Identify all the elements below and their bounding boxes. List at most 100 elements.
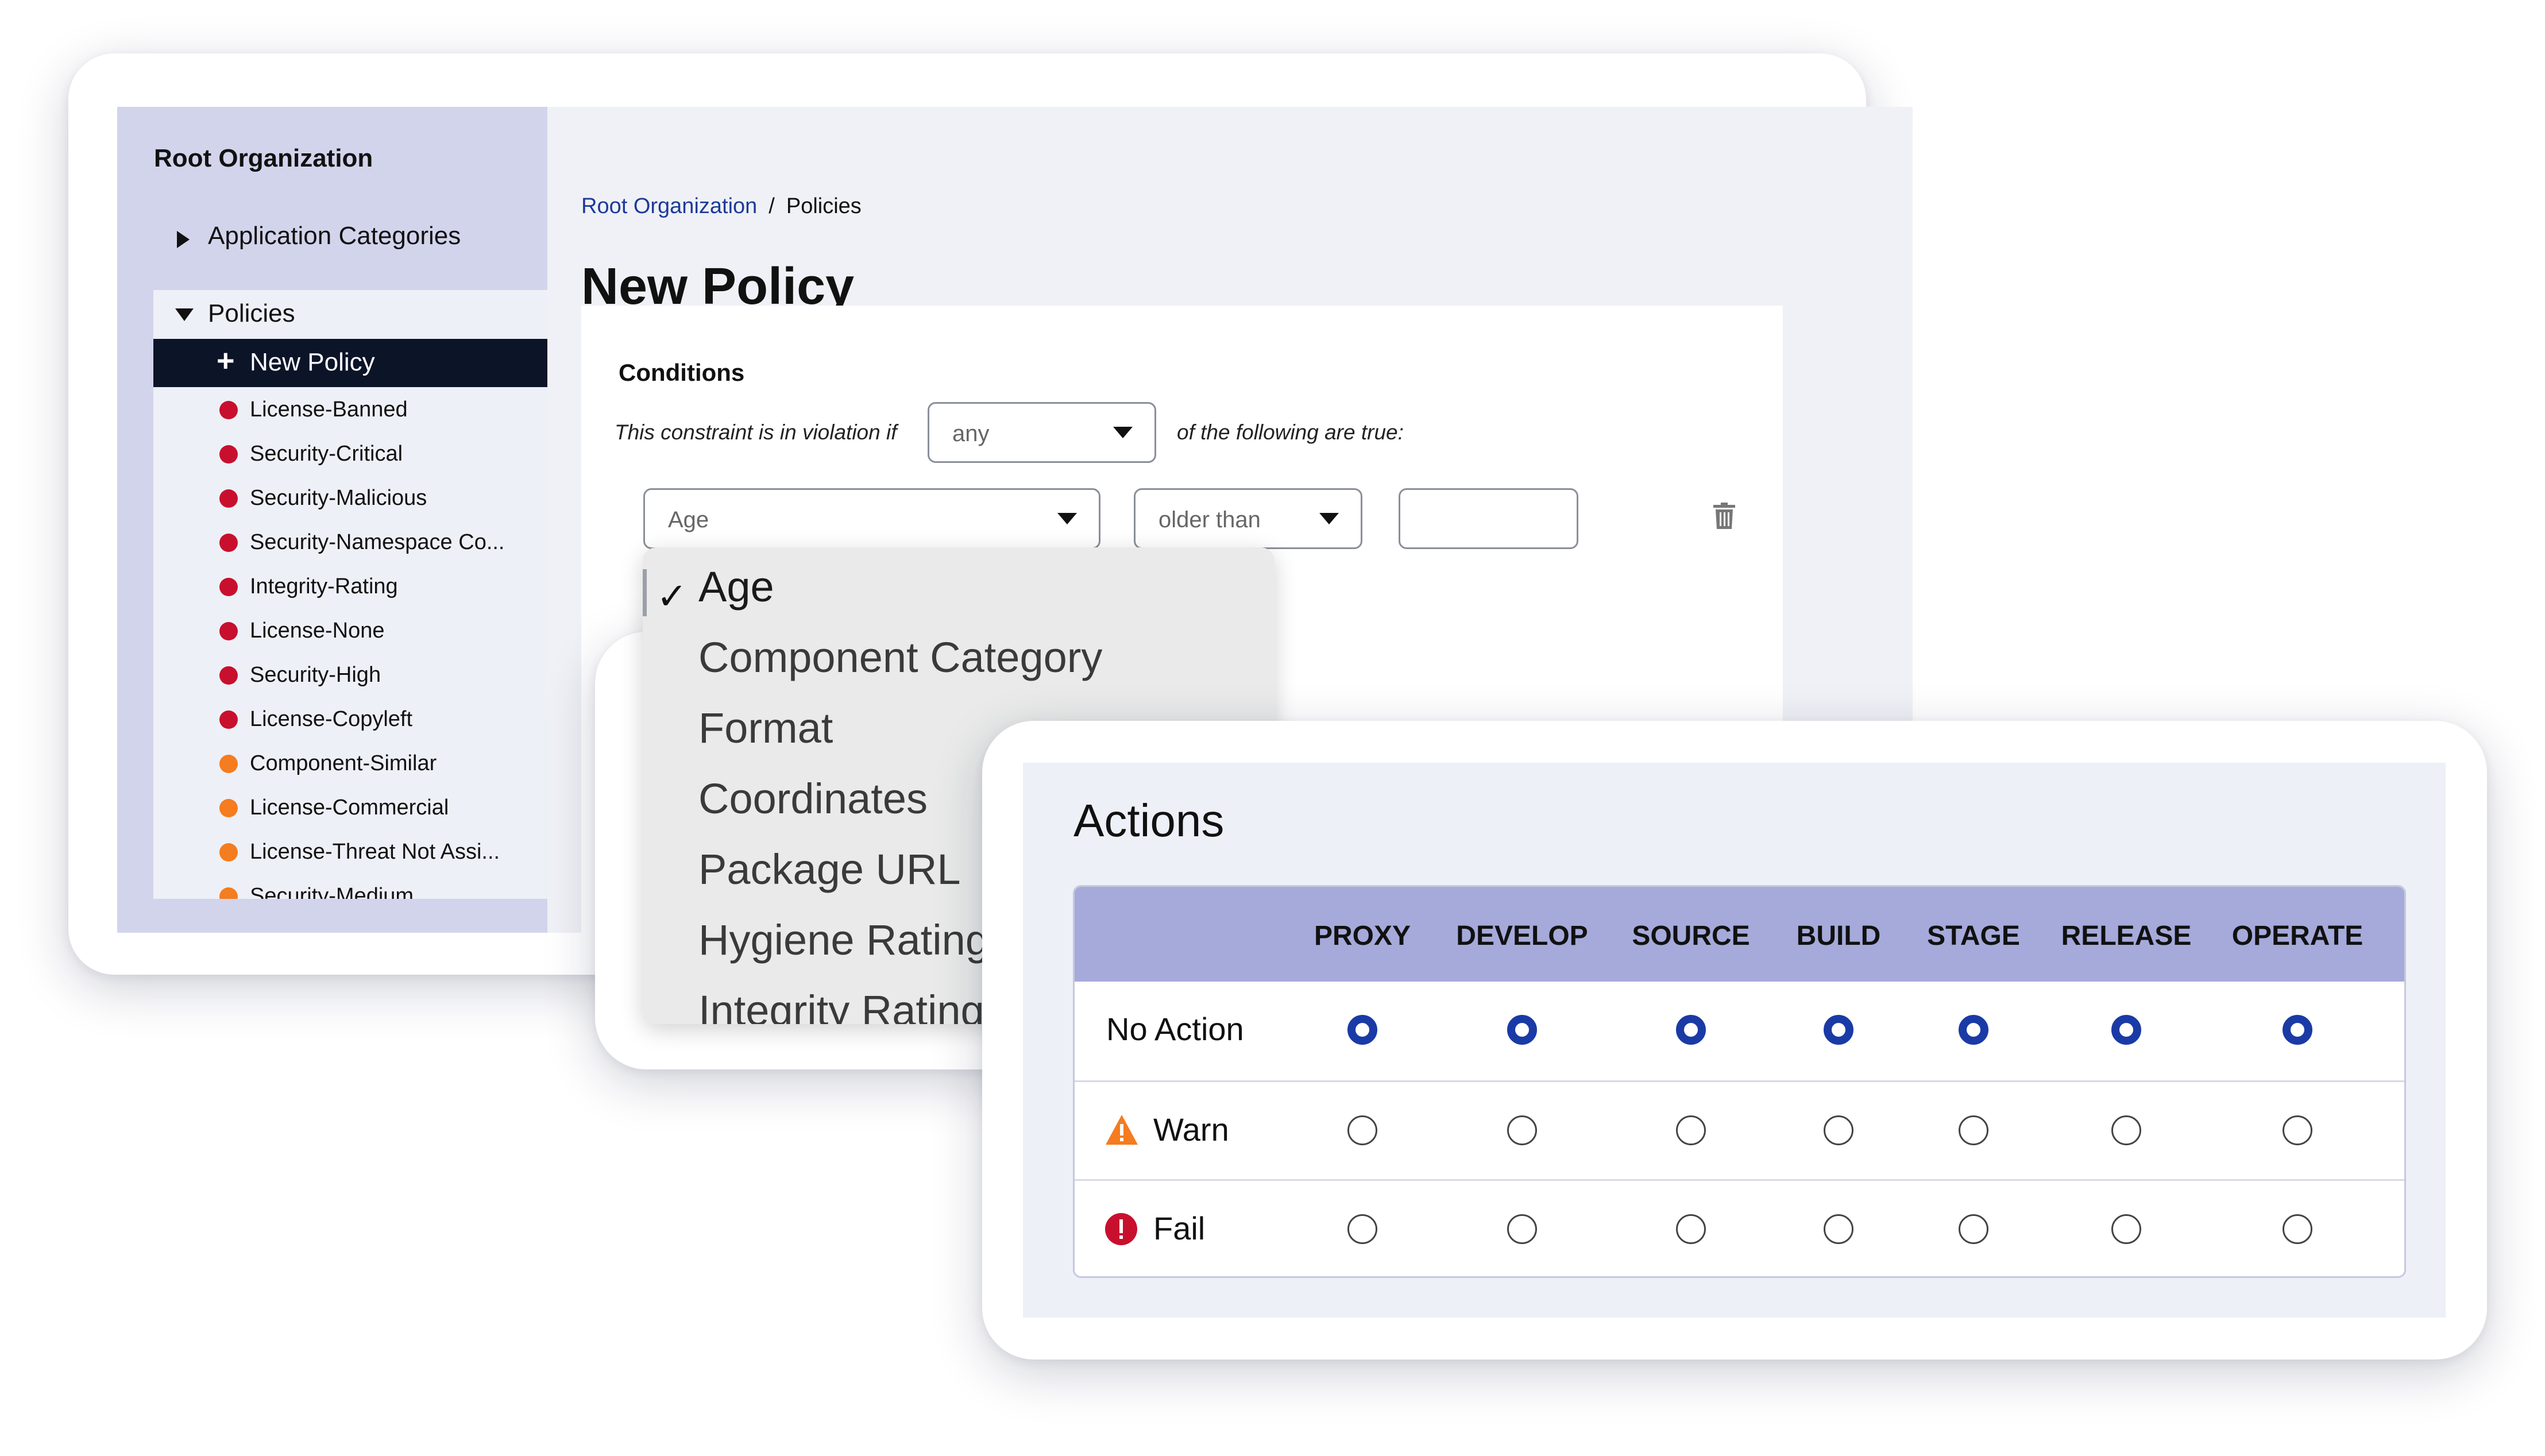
sidebar-policy-item[interactable]: License-Commercial <box>153 789 547 829</box>
collapse-arrow-icon[interactable] <box>175 308 194 321</box>
sidebar-policy-label: Security-Malicious <box>250 486 427 510</box>
severity-dot-icon <box>219 622 238 640</box>
match-select[interactable]: any <box>928 402 1156 463</box>
breadcrumb-root-link[interactable]: Root Organization <box>581 194 757 218</box>
plus-icon: + <box>217 343 235 378</box>
radio-no-action-operate[interactable] <box>2283 1015 2312 1045</box>
actions-row: No Action <box>1075 982 2404 1079</box>
radio-warn-source[interactable] <box>1676 1115 1706 1145</box>
match-select-value: any <box>952 421 990 446</box>
radio-no-action-develop[interactable] <box>1507 1015 1537 1045</box>
sidebar-policy-label: Component-Similar <box>250 751 437 775</box>
severity-dot-icon <box>219 578 238 596</box>
radio-no-action-build[interactable] <box>1824 1015 1853 1045</box>
dropdown-option[interactable]: Integrity Rating <box>698 986 984 1024</box>
expand-arrow-icon[interactable] <box>177 231 190 248</box>
radio-fail-build[interactable] <box>1824 1214 1853 1244</box>
radio-fail-proxy[interactable] <box>1347 1214 1377 1244</box>
radio-warn-stage[interactable] <box>1959 1115 1988 1145</box>
sidebar-policy-item[interactable]: License-Copyleft <box>153 701 547 741</box>
sidebar-policy-label: License-None <box>250 619 385 643</box>
conditions-title: Conditions <box>619 359 745 386</box>
severity-dot-icon <box>219 666 238 685</box>
radio-fail-release[interactable] <box>2111 1214 2141 1244</box>
condition-value-input[interactable] <box>1399 488 1578 549</box>
severity-dot-icon <box>219 843 238 862</box>
chevron-down-icon <box>1319 513 1339 524</box>
severity-dot-icon <box>219 401 238 419</box>
actions-screen: Actions PROXY DEVELOP SOURCE BUILD STAGE RELE… <box>1023 763 2446 1318</box>
sidebar-policy-item[interactable]: Integrity-Rating <box>153 568 547 608</box>
chevron-down-icon <box>1057 513 1077 524</box>
breadcrumb: Root Organization / Policies <box>581 194 862 219</box>
radio-fail-stage[interactable] <box>1959 1214 1988 1244</box>
sidebar-policy-item[interactable]: Security-Malicious <box>153 480 547 520</box>
dropdown-option[interactable]: Age <box>698 562 774 611</box>
dropdown-option[interactable]: Hygiene Rating <box>698 916 989 964</box>
condition-operator-select[interactable]: older than <box>1134 488 1362 549</box>
action-row-label: Warn <box>1153 1111 1229 1148</box>
radio-warn-operate[interactable] <box>2283 1115 2312 1145</box>
checkmark-icon: ✓ <box>656 576 688 617</box>
radio-no-action-source[interactable] <box>1676 1015 1706 1045</box>
sidebar-policy-item[interactable]: License-Threat Not Assi... <box>153 833 547 874</box>
sidebar-policy-item[interactable]: Security-Medium <box>153 878 547 899</box>
sidebar-policy-label: Integrity-Rating <box>250 574 398 598</box>
warning-icon <box>1104 1114 1139 1149</box>
sidebar-policy-item[interactable]: Security-Namespace Co... <box>153 524 547 564</box>
actions-title: Actions <box>1073 795 1225 846</box>
new-policy-label: New Policy <box>250 348 375 376</box>
radio-warn-build[interactable] <box>1824 1115 1853 1145</box>
radio-no-action-stage[interactable] <box>1959 1015 1988 1045</box>
action-row-label: No Action <box>1106 1011 1244 1047</box>
radio-fail-develop[interactable] <box>1507 1214 1537 1244</box>
actions-row: Warn <box>1075 1080 2404 1180</box>
severity-dot-icon <box>219 710 238 729</box>
column-header-build: BUILD <box>1796 921 1881 951</box>
sidebar-item-application-categories[interactable]: Application Categories <box>208 222 461 250</box>
sidebar-org-title: Root Organization <box>154 144 373 172</box>
sidebar-policy-label: License-Threat Not Assi... <box>250 840 500 864</box>
sidebar-policy-label: Security-Critical <box>250 442 403 466</box>
severity-dot-icon <box>219 445 238 464</box>
sidebar-policy-label: Security-Medium <box>250 884 414 899</box>
breadcrumb-separator: / <box>768 194 775 218</box>
column-header-release: RELEASE <box>2061 921 2192 951</box>
sidebar-policy-label: License-Copyleft <box>250 707 413 731</box>
radio-no-action-proxy[interactable] <box>1347 1015 1377 1045</box>
sidebar-policy-item[interactable]: Security-High <box>153 656 547 697</box>
sidebar-policy-item[interactable]: License-None <box>153 612 547 652</box>
radio-fail-operate[interactable] <box>2283 1214 2312 1244</box>
actions-card: Actions PROXY DEVELOP SOURCE BUILD STAGE RELE… <box>982 721 2487 1360</box>
new-policy-button[interactable]: + New Policy <box>153 339 547 387</box>
condition-field-select[interactable]: Age <box>643 488 1100 549</box>
breadcrumb-current: Policies <box>786 194 862 218</box>
dropdown-option[interactable]: Coordinates <box>698 774 928 823</box>
severity-dot-icon <box>219 887 238 899</box>
dropdown-option[interactable]: Format <box>698 704 833 752</box>
action-row-label: Fail <box>1153 1210 1206 1246</box>
dropdown-option[interactable]: Component Category <box>698 633 1102 682</box>
error-icon <box>1104 1212 1138 1249</box>
sidebar-policy-item[interactable]: Security-Critical <box>153 435 547 476</box>
severity-dot-icon <box>219 755 238 773</box>
sidebar: Root Organization Application Categories… <box>117 107 547 933</box>
sidebar-policy-item[interactable]: License-Banned <box>153 391 547 431</box>
radio-fail-source[interactable] <box>1676 1214 1706 1244</box>
sidebar-policy-item[interactable]: Component-Similar <box>153 745 547 785</box>
radio-warn-proxy[interactable] <box>1347 1115 1377 1145</box>
sidebar-policy-label: License-Banned <box>250 397 408 422</box>
radio-no-action-release[interactable] <box>2111 1015 2141 1045</box>
severity-dot-icon <box>219 489 238 508</box>
radio-warn-develop[interactable] <box>1507 1115 1537 1145</box>
condition-operator-value: older than <box>1158 507 1261 532</box>
dropdown-option[interactable]: Package URL <box>698 845 961 894</box>
severity-dot-icon <box>219 534 238 552</box>
trash-icon[interactable] <box>1713 503 1735 532</box>
sidebar-item-policies[interactable]: Policies <box>208 299 295 328</box>
radio-warn-release[interactable] <box>2111 1115 2141 1145</box>
actions-table-header: PROXY DEVELOP SOURCE BUILD STAGE RELEASE OPERA… <box>1075 887 2404 982</box>
dropdown-scroll-indicator[interactable] <box>643 569 647 616</box>
policies-panel: Policies + New Policy License-Banned Secu… <box>153 290 547 899</box>
sidebar-policy-label: Security-Namespace Co... <box>250 530 505 554</box>
